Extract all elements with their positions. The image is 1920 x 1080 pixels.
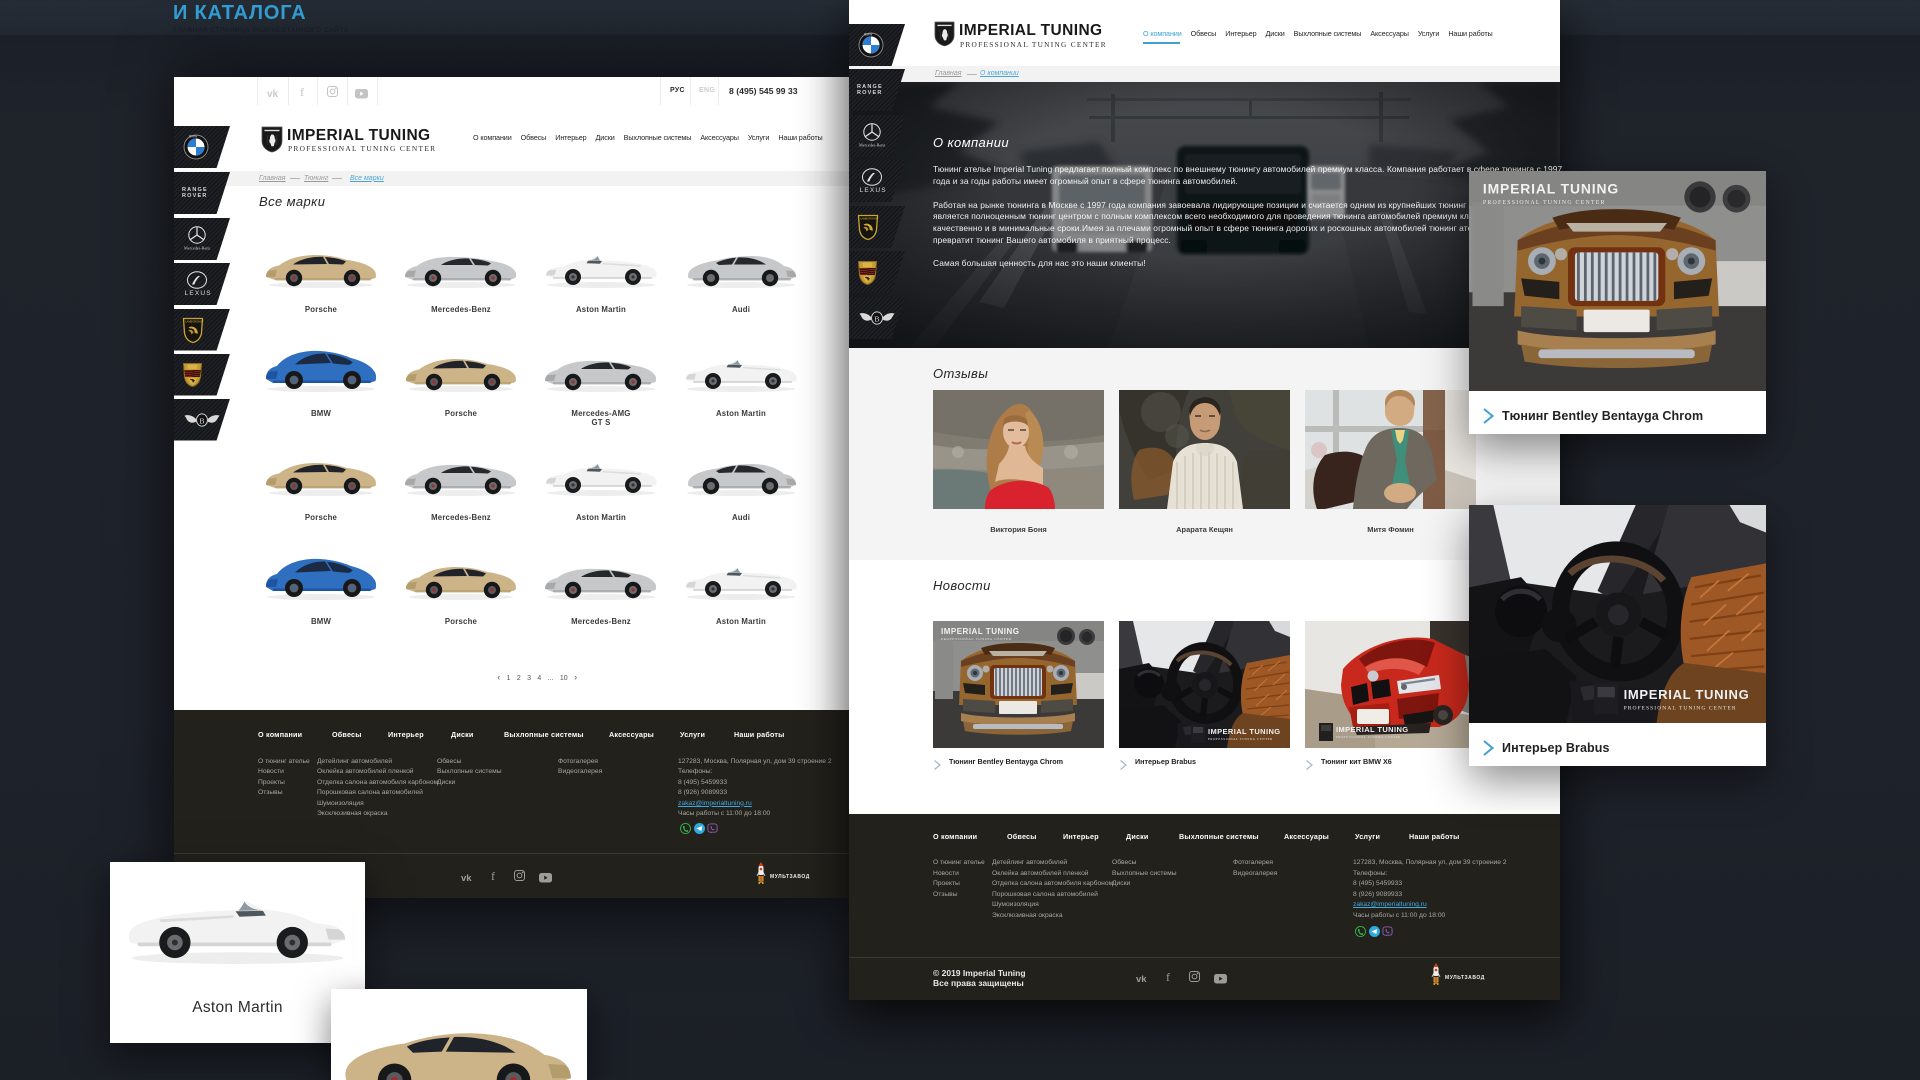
svg-text:f: f <box>491 869 495 882</box>
svg-text:f: f <box>300 85 304 98</box>
svg-text:BMW: BMW <box>189 135 198 139</box>
svg-text:vk: vk <box>1136 974 1147 984</box>
svg-text:vk: vk <box>461 873 472 883</box>
svg-text:vk: vk <box>267 89 279 99</box>
svg-text:LAMBORGHINI: LAMBORGHINI <box>860 216 878 220</box>
svg-text:Mercedes-Benz: Mercedes-Benz <box>859 143 885 148</box>
svg-text:LEXUS: LEXUS <box>185 290 212 297</box>
svg-text:BMW: BMW <box>864 33 873 37</box>
svg-text:f: f <box>1166 970 1170 983</box>
svg-text:B: B <box>874 314 879 323</box>
svg-text:B: B <box>199 416 204 425</box>
svg-text:LAMBORGHINI: LAMBORGHINI <box>185 319 203 323</box>
svg-text:Mercedes-Benz: Mercedes-Benz <box>184 246 210 251</box>
svg-text:LEXUS: LEXUS <box>860 187 887 194</box>
